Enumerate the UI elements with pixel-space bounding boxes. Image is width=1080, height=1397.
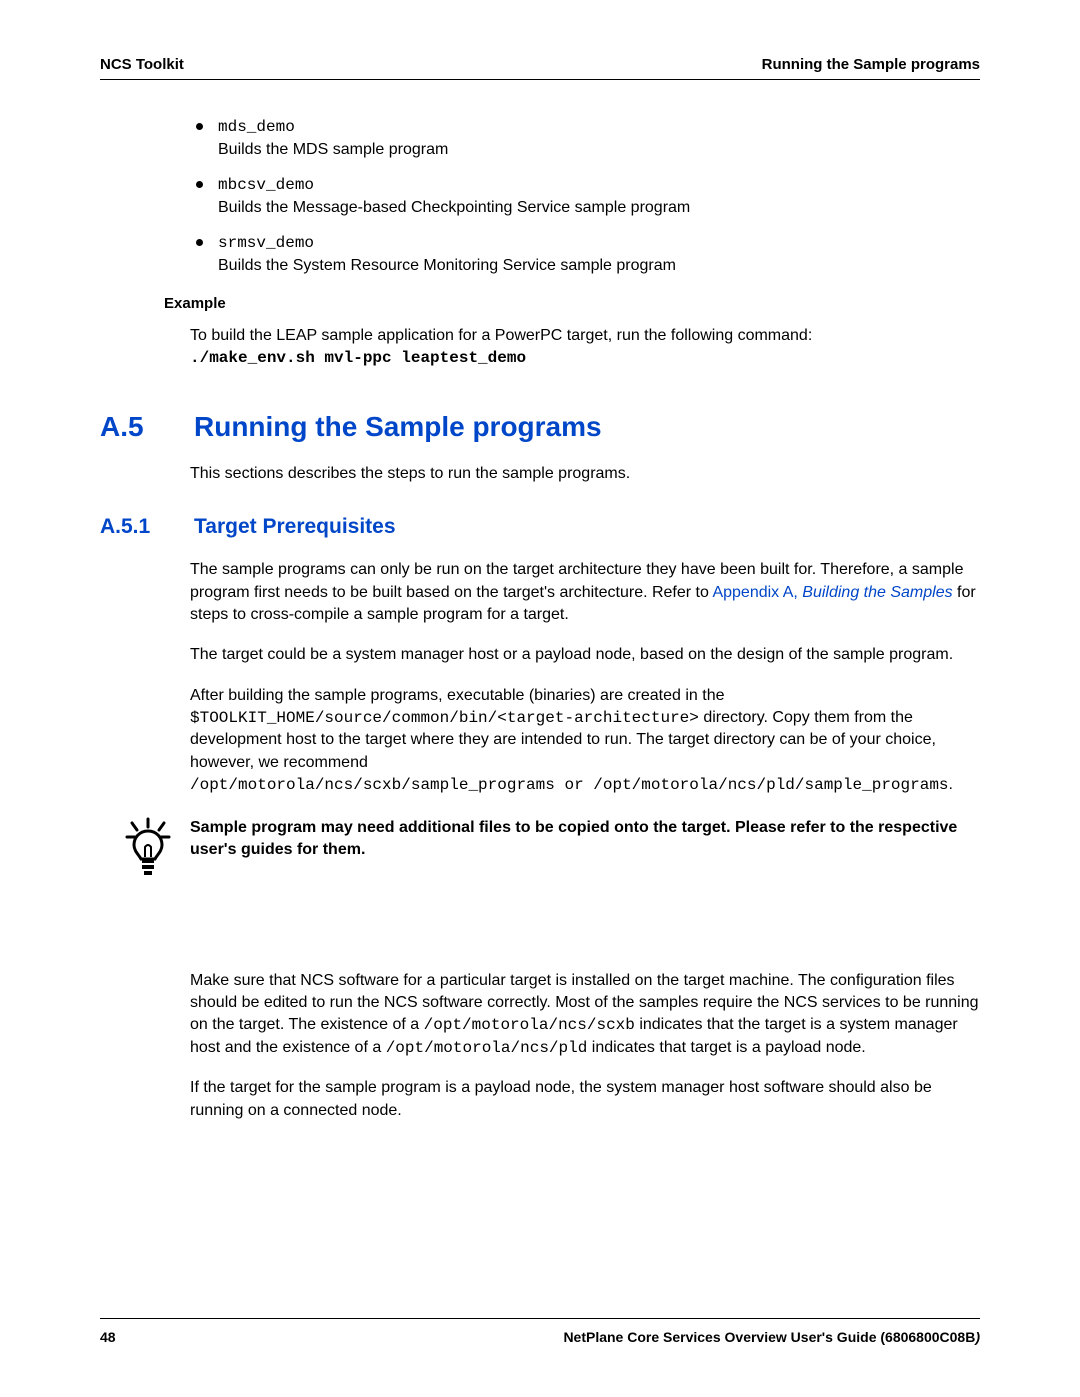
path-scxb: /opt/motorola/ncs/scxb — [424, 1016, 635, 1034]
list-item: mds_demo Builds the MDS sample program — [190, 116, 980, 160]
example-heading: Example — [164, 295, 980, 312]
section-heading-a5: A.5 Running the Sample programs — [100, 411, 980, 443]
para-prereq-3: After building the sample programs, exec… — [190, 685, 980, 797]
xref-appendix[interactable]: Appendix A, — [712, 584, 802, 601]
demo-list: mds_demo Builds the MDS sample program m… — [190, 116, 980, 277]
section-number: A.5 — [100, 411, 160, 443]
path-pld: /opt/motorola/ncs/pld — [386, 1039, 588, 1057]
header-right: Running the Sample programs — [762, 56, 980, 73]
section-title: Running the Sample programs — [194, 411, 602, 443]
tip-block: Sample program may need additional files… — [124, 817, 980, 882]
section-intro: This sections describes the steps to run… — [190, 463, 980, 485]
xref-building-samples[interactable]: Building the Samples — [802, 584, 952, 601]
lightbulb-icon — [124, 817, 172, 882]
code-desc: Builds the MDS sample program — [218, 141, 448, 158]
para-prereq-5: If the target for the sample program is … — [190, 1077, 980, 1122]
subsection-heading-a51: A.5.1 Target Prerequisites — [100, 515, 980, 539]
code-name: mds_demo — [218, 118, 295, 136]
list-item: srmsv_demo Builds the System Resource Mo… — [190, 232, 980, 276]
list-item: mbcsv_demo Builds the Message-based Chec… — [190, 174, 980, 218]
subsection-title: Target Prerequisites — [194, 515, 396, 539]
spacer — [190, 910, 980, 970]
page-header: NCS Toolkit Running the Sample programs — [100, 56, 980, 73]
example-intro: To build the LEAP sample application for… — [190, 324, 980, 347]
page-number: 48 — [100, 1329, 116, 1345]
para-prereq-4: Make sure that NCS software for a partic… — [190, 970, 980, 1060]
code-desc: Builds the Message-based Checkpointing S… — [218, 199, 690, 216]
code-name: srmsv_demo — [218, 234, 314, 252]
para-prereq-1: The sample programs can only be run on t… — [190, 559, 980, 626]
header-rule — [100, 79, 980, 80]
code-name: mbcsv_demo — [218, 176, 314, 194]
path-recommended: /opt/motorola/ncs/scxb/sample_programs o… — [190, 776, 949, 794]
code-desc: Builds the System Resource Monitoring Se… — [218, 257, 676, 274]
tip-text: Sample program may need additional files… — [190, 817, 980, 862]
para-prereq-2: The target could be a system manager hos… — [190, 644, 980, 666]
footer-rule — [100, 1318, 980, 1319]
example-command: ./make_env.sh mvl-ppc leaptest_demo — [190, 349, 980, 367]
page-footer: 48 NetPlane Core Services Overview User'… — [100, 1318, 980, 1345]
header-left: NCS Toolkit — [100, 56, 184, 73]
doc-id: NetPlane Core Services Overview User's G… — [563, 1329, 980, 1345]
subsection-number: A.5.1 — [100, 515, 166, 539]
path-toolkit-bin: $TOOLKIT_HOME/source/common/bin/<target-… — [190, 709, 699, 727]
